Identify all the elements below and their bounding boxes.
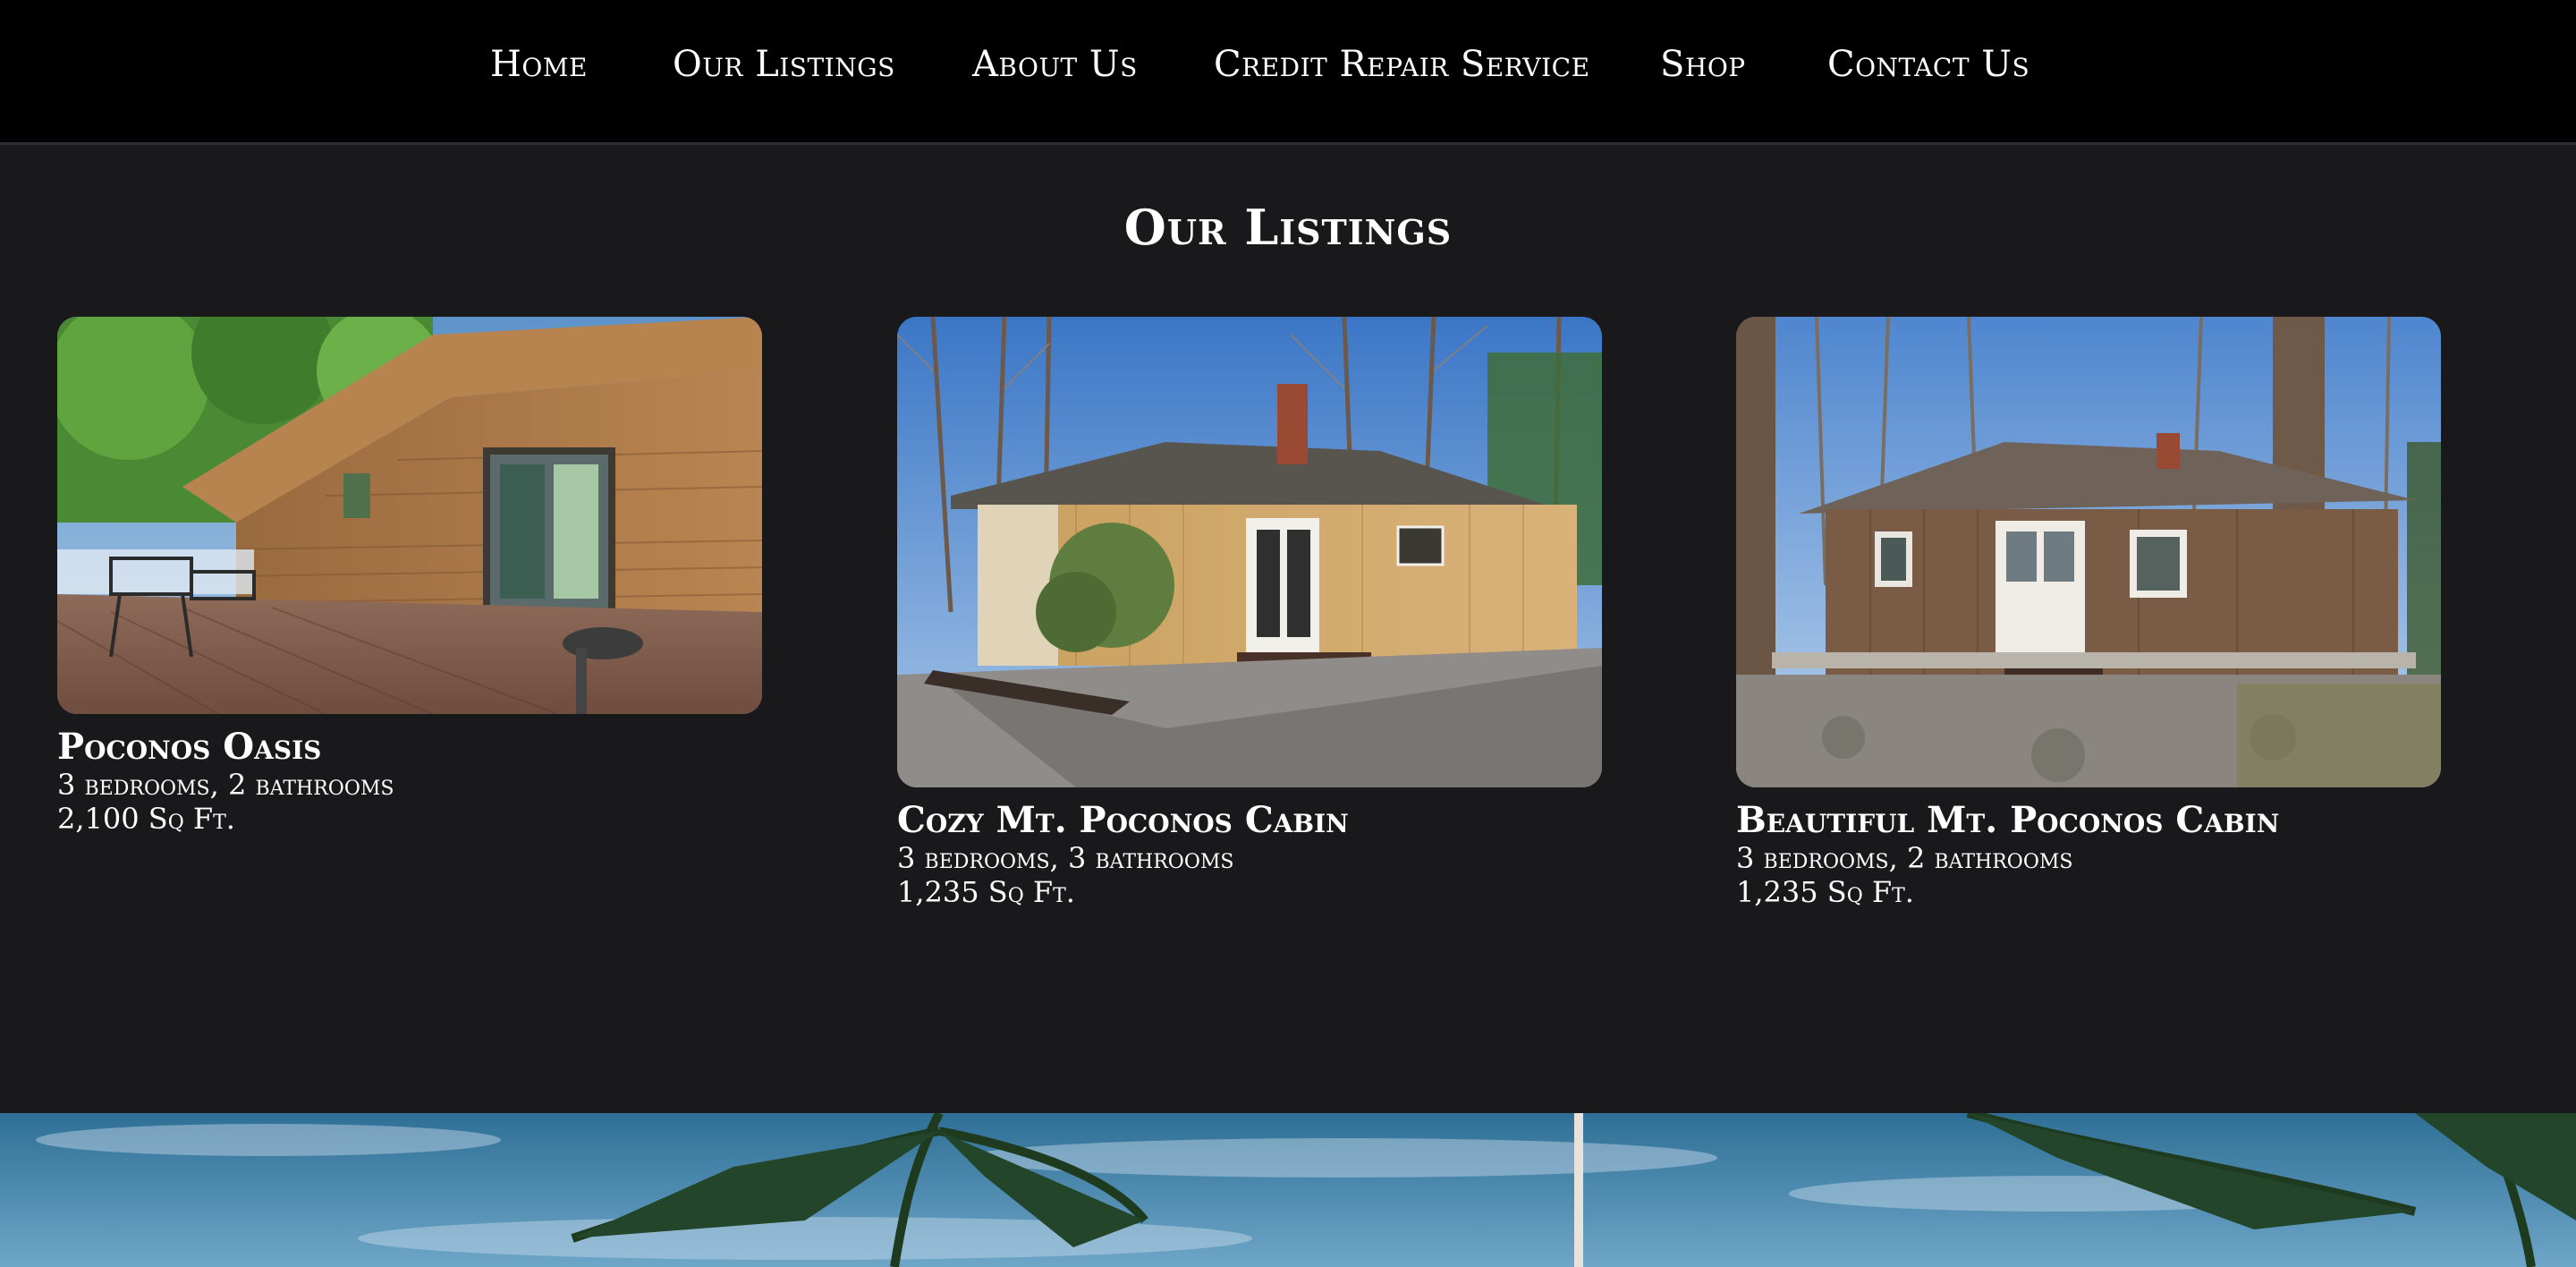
nav-link-about-us[interactable]: About Us <box>972 39 1138 89</box>
listing-rooms: 3 bedrooms, 2 bathrooms <box>57 768 394 802</box>
house-deck-image <box>57 317 762 714</box>
nav-link-credit-repair-service[interactable]: Credit Repair Service <box>1214 39 1590 89</box>
cabin-exterior-image <box>897 317 1602 787</box>
listing-area: 1,235 Sq Ft. <box>897 875 1075 909</box>
listing-card[interactable]: Beautiful Mt. Poconos Cabin 3 bedrooms, … <box>1736 317 2441 909</box>
nav-link-contact-us[interactable]: Contact Us <box>1827 39 2029 89</box>
listing-card[interactable]: Poconos Oasis 3 bedrooms, 2 bathrooms 2,… <box>57 317 762 836</box>
listing-title[interactable]: Beautiful Mt. Poconos Cabin <box>1736 800 2441 841</box>
listing-photo[interactable] <box>897 317 1602 787</box>
listing-rooms: 3 bedrooms, 3 bathrooms <box>897 841 1234 875</box>
listing-area: 1,235 Sq Ft. <box>1736 875 1914 909</box>
nav-link-home[interactable]: Home <box>490 39 588 89</box>
palm-trees-image <box>0 1113 2576 1267</box>
listing-title[interactable]: Poconos Oasis <box>57 727 762 768</box>
nav-link-our-listings[interactable]: Our Listings <box>673 39 895 89</box>
listing-photo[interactable] <box>1736 317 2441 787</box>
listing-photo[interactable] <box>57 317 762 714</box>
nav-link-shop[interactable]: Shop <box>1660 39 1746 89</box>
top-navigation: Home Our Listings About Us Credit Repair… <box>0 0 2576 145</box>
page-title: Our Listings <box>1123 199 1453 256</box>
hero-banner-image <box>0 1113 2576 1267</box>
listing-rooms: 3 bedrooms, 2 bathrooms <box>1736 841 2073 875</box>
cabin-front-image <box>1736 317 2441 787</box>
listing-area: 2,100 Sq Ft. <box>57 802 235 836</box>
listing-card[interactable]: Cozy Mt. Poconos Cabin 3 bedrooms, 3 bat… <box>897 317 1602 909</box>
listing-title[interactable]: Cozy Mt. Poconos Cabin <box>897 800 1602 841</box>
